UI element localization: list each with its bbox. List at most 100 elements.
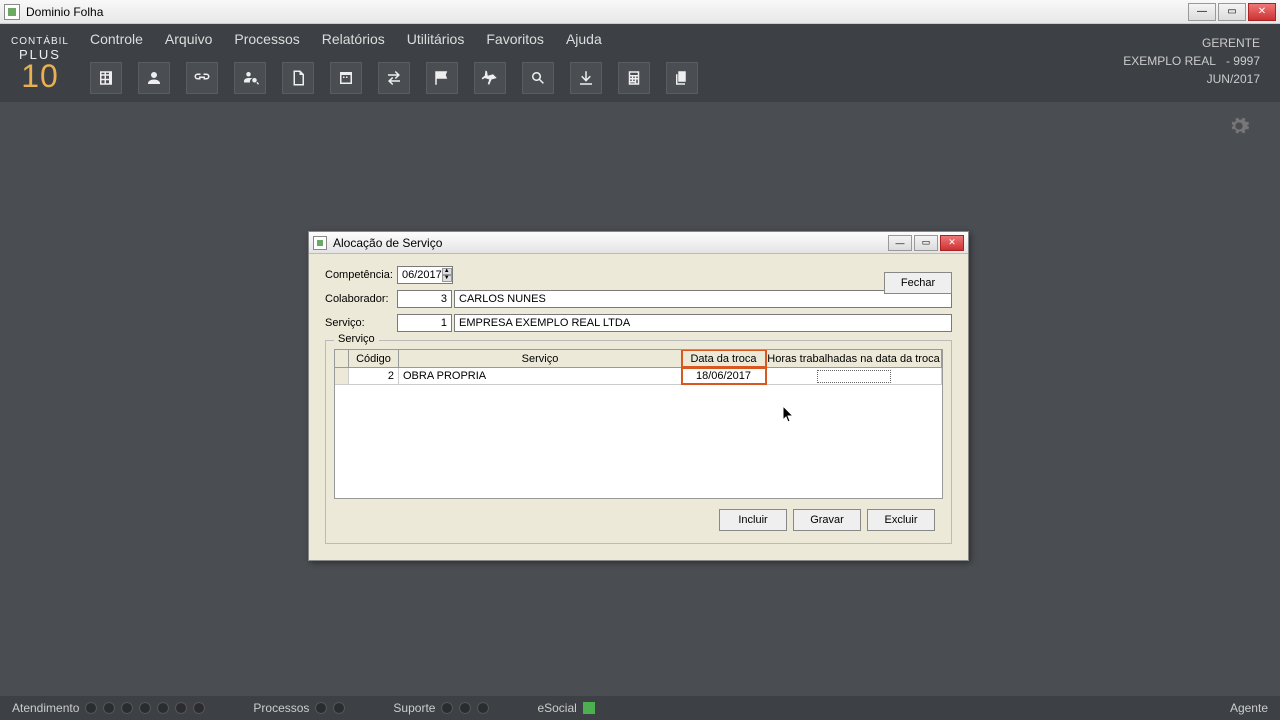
grid-header-data[interactable]: Data da troca [682,350,766,367]
competencia-input[interactable]: 06/2017 ▲ ▼ [397,266,453,284]
search-icon[interactable] [522,62,554,94]
period: JUN/2017 [1123,70,1260,88]
ribbon: CONTÁBIL PLUS 10 Controle Arquivo Proces… [0,24,1280,102]
status-dot-icon[interactable] [103,702,115,714]
status-suporte-label: Suporte [393,701,435,715]
servico-code-input[interactable]: 1 [397,314,452,332]
status-dot-icon[interactable] [193,702,205,714]
spinner-down-icon[interactable]: ▼ [442,275,452,282]
status-dot-icon[interactable] [157,702,169,714]
menu-favoritos[interactable]: Favoritos [486,31,544,47]
dialog-maximize-button[interactable]: ▭ [914,235,938,251]
servico-fieldset: Serviço Código Serviço Data da troca Hor… [325,340,952,544]
servico-label: Serviço: [325,317,397,329]
status-dot-icon[interactable] [121,702,133,714]
status-dot-icon[interactable] [175,702,187,714]
toolbar [90,62,1270,94]
status-processos-label: Processos [253,701,309,715]
dialog-body: Fechar Competência: 06/2017 ▲ ▼ Colabora… [309,254,968,560]
grid-row[interactable]: 2 OBRA PROPRIA 18/06/2017 [335,368,942,385]
gravar-button[interactable]: Gravar [793,509,861,531]
status-suporte: Suporte [393,701,489,715]
close-button[interactable]: ✕ [1248,3,1276,21]
menu-ajuda[interactable]: Ajuda [566,31,602,47]
calendar-icon[interactable] [330,62,362,94]
menu-utilitarios[interactable]: Utilitários [407,31,465,47]
status-dot-icon[interactable] [459,702,471,714]
status-bar: Atendimento Processos Suporte eSocial Ag… [0,696,1280,720]
servico-grid[interactable]: Código Serviço Data da troca Horas traba… [334,349,943,499]
dialog-close-button[interactable]: ✕ [940,235,964,251]
menu-relatorios[interactable]: Relatórios [322,31,385,47]
grid-cell-codigo[interactable]: 2 [349,368,399,384]
company-code: - 9997 [1226,54,1260,68]
minimize-button[interactable]: — [1188,3,1216,21]
excluir-button[interactable]: Excluir [867,509,935,531]
company-name: EXEMPLO REAL [1123,54,1216,68]
link-icon[interactable] [186,62,218,94]
fieldset-legend: Serviço [334,333,379,345]
logo: CONTÁBIL PLUS 10 [10,24,70,102]
status-dot-icon[interactable] [315,702,327,714]
status-dot-icon[interactable] [85,702,97,714]
gear-icon[interactable] [1228,115,1250,142]
esocial-icon[interactable] [583,702,595,714]
servico-name-input[interactable]: EMPRESA EXEMPLO REAL LTDA [454,314,952,332]
status-dot-icon[interactable] [333,702,345,714]
dialog-actions: Incluir Gravar Excluir [334,509,943,531]
grid-header-rowhead [335,350,349,367]
status-dot-icon[interactable] [441,702,453,714]
person-icon[interactable] [138,62,170,94]
dialog-title: Alocação de Serviço [333,236,442,250]
colaborador-label: Colaborador: [325,293,397,305]
alocacao-dialog: Alocação de Serviço — ▭ ✕ Fechar Competê… [308,231,969,561]
user-role: GERENTE [1123,34,1260,52]
competencia-value: 06/2017 [402,269,442,281]
calculator-icon[interactable] [618,62,650,94]
window-controls: — ▭ ✕ [1188,3,1276,21]
status-atendimento: Atendimento [12,701,205,715]
colaborador-name-input[interactable]: CARLOS NUNES [454,290,952,308]
spinner-up-icon[interactable]: ▲ [442,268,452,275]
fechar-button[interactable]: Fechar [884,272,952,294]
colaborador-code-input[interactable]: 3 [397,290,452,308]
plane-icon[interactable] [474,62,506,94]
status-agente-label[interactable]: Agente [1230,701,1268,715]
download-icon[interactable] [570,62,602,94]
main-title-bar: Dominio Folha — ▭ ✕ [0,0,1280,24]
incluir-button[interactable]: Incluir [719,509,787,531]
logo-line1: CONTÁBIL [11,36,69,47]
status-dot-icon[interactable] [139,702,151,714]
grid-header-codigo[interactable]: Código [349,350,399,367]
logo-line3: 10 [21,62,59,90]
competencia-label: Competência: [325,269,397,281]
horas-input[interactable] [817,370,891,383]
menu-arquivo[interactable]: Arquivo [165,31,212,47]
menu-bar: Controle Arquivo Processos Relatórios Ut… [90,24,1270,54]
document-icon[interactable] [282,62,314,94]
grid-cell-horas[interactable] [766,368,942,384]
grid-row-head [335,368,349,384]
menu-processos[interactable]: Processos [234,31,299,47]
dialog-app-icon [313,236,327,250]
dialog-minimize-button[interactable]: — [888,235,912,251]
grid-cell-data[interactable]: 18/06/2017 [682,368,766,384]
menu-controle[interactable]: Controle [90,31,143,47]
grid-cell-servico[interactable]: OBRA PROPRIA [399,368,682,384]
menu-area: Controle Arquivo Processos Relatórios Ut… [70,24,1270,94]
status-esocial: eSocial [537,701,594,715]
grid-header-servico[interactable]: Serviço [399,350,682,367]
flag-icon[interactable] [426,62,458,94]
transfer-icon[interactable] [378,62,410,94]
person-search-icon[interactable] [234,62,266,94]
window-title: Dominio Folha [26,5,103,19]
maximize-button[interactable]: ▭ [1218,3,1246,21]
status-esocial-label: eSocial [537,701,576,715]
status-processos: Processos [253,701,345,715]
header-info: GERENTE EXEMPLO REAL - 9997 JUN/2017 [1123,34,1260,88]
status-dot-icon[interactable] [477,702,489,714]
grid-header-horas[interactable]: Horas trabalhadas na data da troca [766,350,942,367]
app-icon [4,4,20,20]
copy-icon[interactable] [666,62,698,94]
building-icon[interactable] [90,62,122,94]
